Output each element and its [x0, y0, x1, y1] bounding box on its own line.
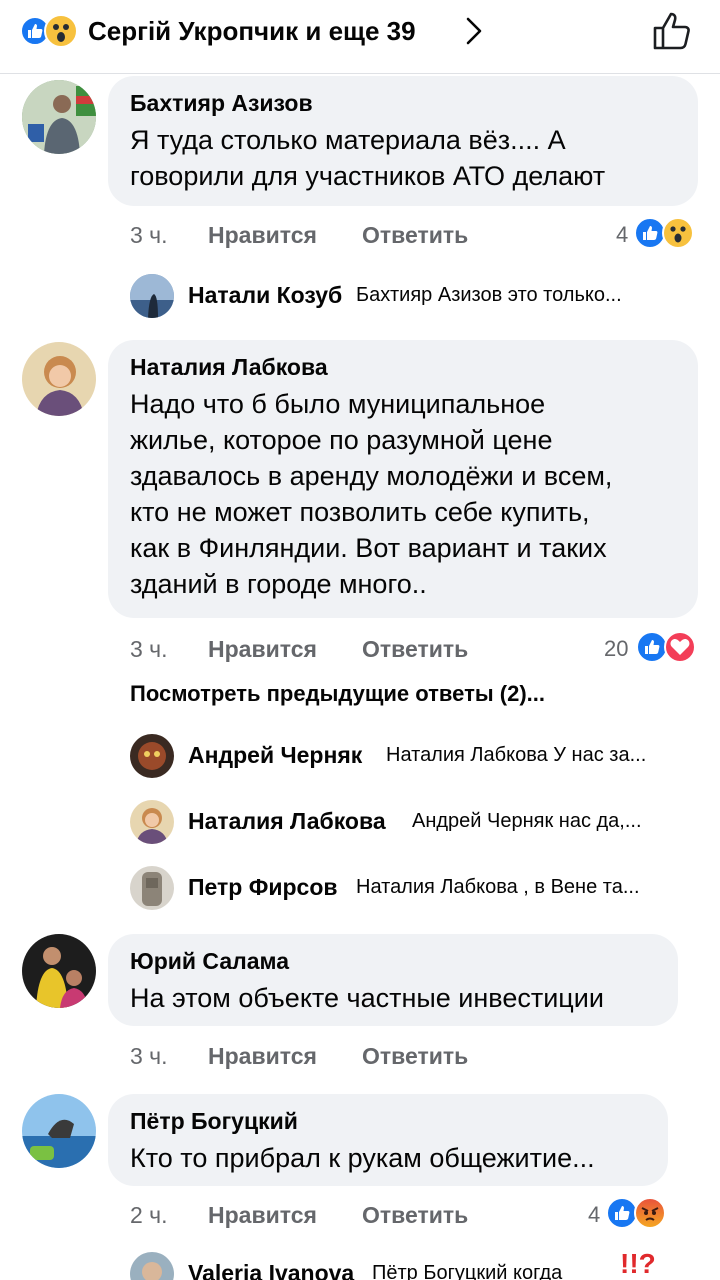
reply-text: Наталия Лабкова , в Вене та... — [356, 876, 640, 898]
comment-author[interactable]: Бахтияр Азизов — [130, 90, 313, 117]
reply-preview[interactable]: Натали Козуб Бахтияр Азизов это только..… — [130, 274, 700, 318]
comment-line: Я туда столько материала вёз.... А — [130, 125, 566, 155]
reaction-count[interactable]: 20 — [604, 636, 628, 662]
avatar[interactable] — [22, 934, 96, 1008]
comment-line: говорили для участников АТО делают — [130, 161, 606, 191]
view-previous-replies[interactable]: Посмотреть предыдущие ответы (2)... — [130, 681, 545, 707]
comment-text: На этом объекте частные инвестиции — [130, 980, 604, 1016]
reply-preview[interactable]: Петр Фирсов Наталия Лабкова , в Вене та.… — [130, 866, 700, 910]
reply-author[interactable]: Valeria Ivanova — [188, 1260, 354, 1280]
header-reactions[interactable] — [20, 14, 84, 48]
avatar[interactable] — [22, 342, 96, 416]
comment-time[interactable]: 3 ч. — [130, 636, 168, 663]
reply-text: Пётр Богуцкий когда — [372, 1262, 563, 1280]
reply-preview[interactable]: Valeria Ivanova Пётр Богуцкий когда !!? — [130, 1252, 700, 1280]
avatar[interactable] — [22, 80, 96, 154]
reply-button[interactable]: Ответить — [362, 636, 468, 663]
comment-author[interactable]: Пётр Богуцкий — [130, 1108, 298, 1135]
comment-bubble[interactable]: Пётр Богуцкий Кто то прибрал к рукам общ… — [108, 1094, 668, 1186]
avatar[interactable] — [130, 1252, 174, 1280]
reply-button[interactable]: Ответить — [362, 222, 468, 249]
reply-preview[interactable]: Андрей Черняк Наталия Лабкова У нас за..… — [130, 734, 700, 778]
wow-icon — [44, 14, 78, 48]
reaction-count[interactable]: 4 — [588, 1202, 600, 1228]
comment-bubble[interactable]: Юрий Салама На этом объекте частные инве… — [108, 934, 678, 1026]
chevron-right-icon[interactable] — [464, 16, 484, 46]
avatar[interactable] — [130, 800, 174, 844]
comment-line: Надо что б было муниципальное — [130, 389, 546, 419]
reply-preview[interactable]: Наталия Лабкова Андрей Черняк нас да,... — [130, 800, 700, 844]
comment-time[interactable]: 3 ч. — [130, 1043, 168, 1070]
love-icon — [664, 631, 696, 663]
reply-button[interactable]: Ответить — [362, 1202, 468, 1229]
comment-line: На этом объекте частные инвестиции — [130, 983, 604, 1013]
comment-reactions[interactable] — [606, 1196, 670, 1230]
like-button[interactable]: Нравится — [208, 636, 317, 663]
comment-author[interactable]: Наталия Лабкова — [130, 354, 328, 381]
comment-reactions[interactable] — [634, 216, 698, 250]
reply-author[interactable]: Андрей Черняк — [188, 742, 362, 769]
comment-text: Надо что б было муниципальное жилье, кот… — [130, 386, 612, 602]
comment-line: жилье, которое по разумной цене — [130, 425, 553, 455]
comment-text: Кто то прибрал к рукам общежитие... — [130, 1140, 595, 1176]
reply-button[interactable]: Ответить — [362, 1043, 468, 1070]
reply-author[interactable]: Петр Фирсов — [188, 874, 338, 901]
comment-line: Кто то прибрал к рукам общежитие... — [130, 1143, 595, 1173]
reply-sticker: !!? — [620, 1252, 656, 1279]
like-button[interactable]: Нравится — [208, 1202, 317, 1229]
reply-text: Бахтияр Азизов это только... — [356, 284, 622, 306]
reply-author[interactable]: Натали Козуб — [188, 282, 342, 309]
comment-line: кто не может позволить себе купить, — [130, 497, 590, 527]
comment-bubble[interactable]: Бахтияр Азизов Я туда столько материала … — [108, 76, 698, 206]
reactors-summary[interactable]: Сергій Укропчик и еще 39 — [88, 14, 416, 48]
reply-text: Наталия Лабкова У нас за... — [386, 744, 647, 766]
comment-reactions[interactable] — [636, 630, 700, 664]
avatar[interactable] — [130, 866, 174, 910]
avatar[interactable] — [22, 1094, 96, 1168]
comment-line: здавалось в аренду молодёжи и всем, — [130, 461, 613, 491]
reply-author[interactable]: Наталия Лабкова — [188, 808, 386, 835]
thumbs-up-icon[interactable] — [652, 8, 692, 52]
like-button[interactable]: Нравится — [208, 222, 317, 249]
avatar[interactable] — [130, 274, 174, 318]
reactions-header: Сергій Укропчик и еще 39 — [0, 0, 720, 74]
comment-author[interactable]: Юрий Салама — [130, 948, 289, 975]
comment-text: Я туда столько материала вёз.... А говор… — [130, 122, 605, 194]
angry-icon — [634, 1197, 666, 1229]
reaction-count[interactable]: 4 — [616, 222, 628, 248]
comment-line: зданий в городе много.. — [130, 569, 427, 599]
comment-bubble[interactable]: Наталия Лабкова Надо что б было муниципа… — [108, 340, 698, 618]
wow-icon — [662, 217, 694, 249]
like-button[interactable]: Нравится — [208, 1043, 317, 1070]
reply-text: Андрей Черняк нас да,... — [412, 810, 642, 832]
comment-time[interactable]: 2 ч. — [130, 1202, 168, 1229]
avatar[interactable] — [130, 734, 174, 778]
comment-time[interactable]: 3 ч. — [130, 222, 168, 249]
comment-line: как в Финляндии. Вот вариант и таких — [130, 533, 607, 563]
